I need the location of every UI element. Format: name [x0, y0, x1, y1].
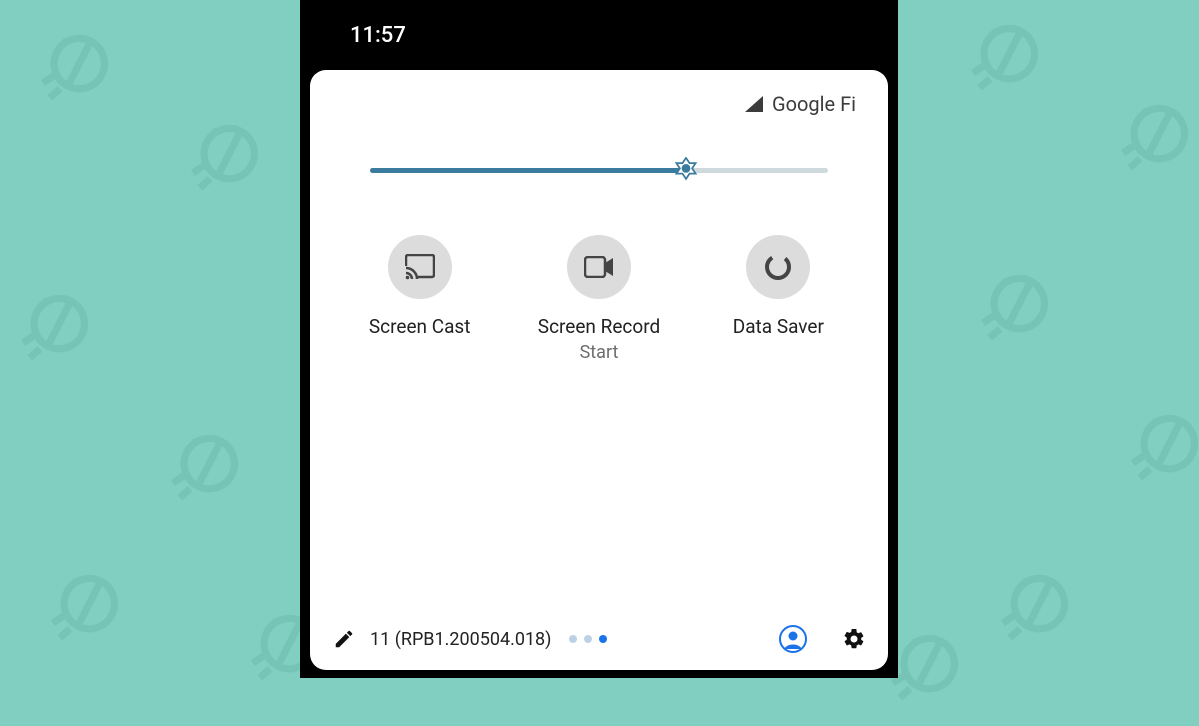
carrier-row: Google Fi	[310, 84, 888, 124]
build-label[interactable]: 11 (RPB1.200504.018)	[370, 629, 551, 650]
edit-button[interactable]	[332, 627, 356, 651]
tile-icon-circle	[567, 235, 631, 299]
tile-screen-cast[interactable]: Screen Cast	[330, 235, 509, 363]
tiles-row: Screen Cast Screen Record Start	[310, 183, 888, 363]
tile-sublabel: Start	[580, 342, 619, 363]
tile-icon-circle	[746, 235, 810, 299]
tile-label: Data Saver	[733, 315, 824, 338]
phone-frame: 11:57 Google Fi	[300, 0, 898, 678]
user-switcher-button[interactable]	[778, 624, 808, 654]
status-time: 11:57	[350, 23, 406, 48]
settings-button[interactable]	[842, 627, 866, 651]
tile-label: Screen Cast	[369, 315, 471, 338]
cellular-signal-icon	[744, 95, 764, 113]
cast-icon	[405, 254, 435, 280]
carrier-label: Google Fi	[772, 92, 856, 116]
user-icon	[779, 625, 807, 653]
footer-row: 11 (RPB1.200504.018)	[310, 614, 888, 670]
tile-screen-record[interactable]: Screen Record Start	[509, 235, 688, 363]
status-bar: 11:57	[300, 0, 898, 70]
tile-data-saver[interactable]: Data Saver	[689, 235, 868, 363]
brightness-slider[interactable]	[310, 124, 888, 183]
video-icon	[584, 256, 614, 278]
gear-icon	[842, 626, 866, 652]
pencil-icon	[333, 628, 355, 650]
quick-settings-panel: Google Fi	[310, 70, 888, 670]
slider-track	[370, 168, 828, 173]
brightness-icon	[672, 157, 700, 185]
data-saver-icon	[763, 252, 793, 282]
tile-icon-circle	[388, 235, 452, 299]
slider-thumb[interactable]	[672, 157, 700, 185]
page-indicator	[569, 635, 607, 643]
tile-label: Screen Record	[538, 315, 660, 338]
slider-fill	[370, 168, 686, 173]
